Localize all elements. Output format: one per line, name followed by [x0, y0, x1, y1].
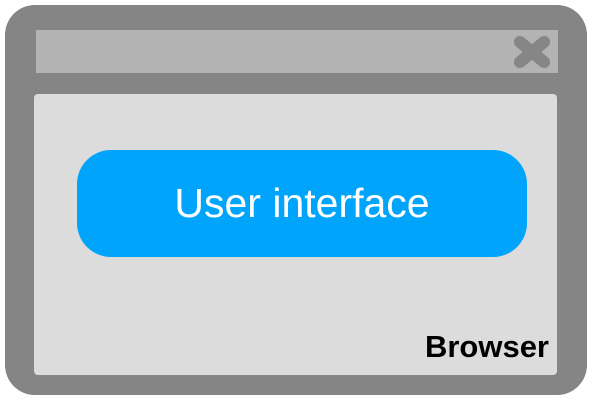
browser-titlebar — [36, 30, 558, 73]
user-interface-label: User interface — [174, 180, 430, 226]
user-interface-box: User interface — [77, 150, 527, 257]
browser-label: Browser — [424, 329, 549, 364]
close-icon — [514, 36, 550, 68]
browser-diagram: User interface Browser — [0, 0, 592, 400]
